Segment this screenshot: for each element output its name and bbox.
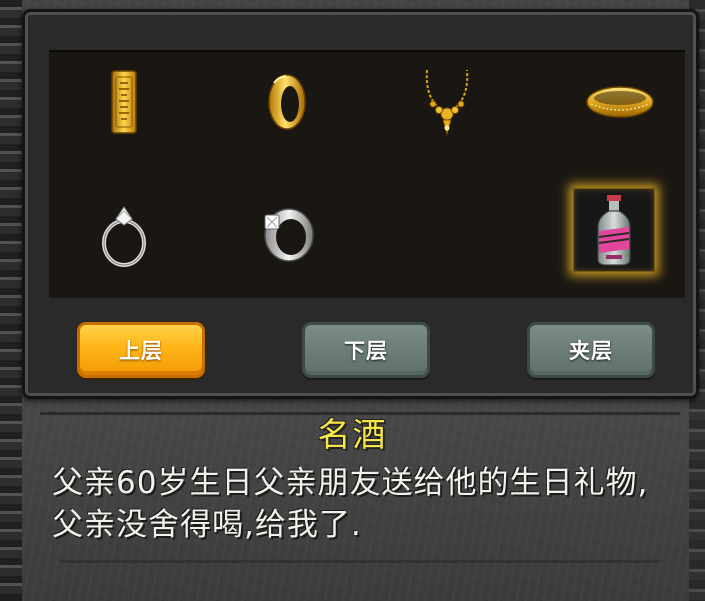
gold-bar-icon[interactable] <box>84 61 164 143</box>
game-screen: 上层 下层 夹层 名酒 父亲60岁生日父亲朋友送给他的生日礼物,父亲没舍得喝,给… <box>0 0 705 601</box>
tab-lower-layer-button[interactable]: 下层 <box>302 322 430 378</box>
empty-slot[interactable] <box>407 192 487 274</box>
diamond-ring-icon[interactable] <box>84 192 164 274</box>
liquor-bottle-icon[interactable] <box>573 188 655 272</box>
wall-crack <box>60 560 660 563</box>
gold-bracelet-icon[interactable] <box>580 61 660 143</box>
gold-necklace-icon[interactable] <box>407 61 487 143</box>
inventory-panel: 上层 下层 夹层 <box>22 9 699 399</box>
item-description: 父亲60岁生日父亲朋友送给他的生日礼物,父亲没舍得喝,给我了. <box>52 465 649 543</box>
item-name: 名酒 <box>317 415 388 454</box>
tab-upper-layer-button[interactable]: 上层 <box>77 322 205 378</box>
gold-ring-icon[interactable] <box>247 61 327 143</box>
wall-edge-left <box>0 0 22 601</box>
tab-middle-layer-button[interactable]: 夹层 <box>527 322 655 378</box>
inventory-grid <box>49 50 685 298</box>
silver-ring-icon[interactable] <box>247 192 327 274</box>
